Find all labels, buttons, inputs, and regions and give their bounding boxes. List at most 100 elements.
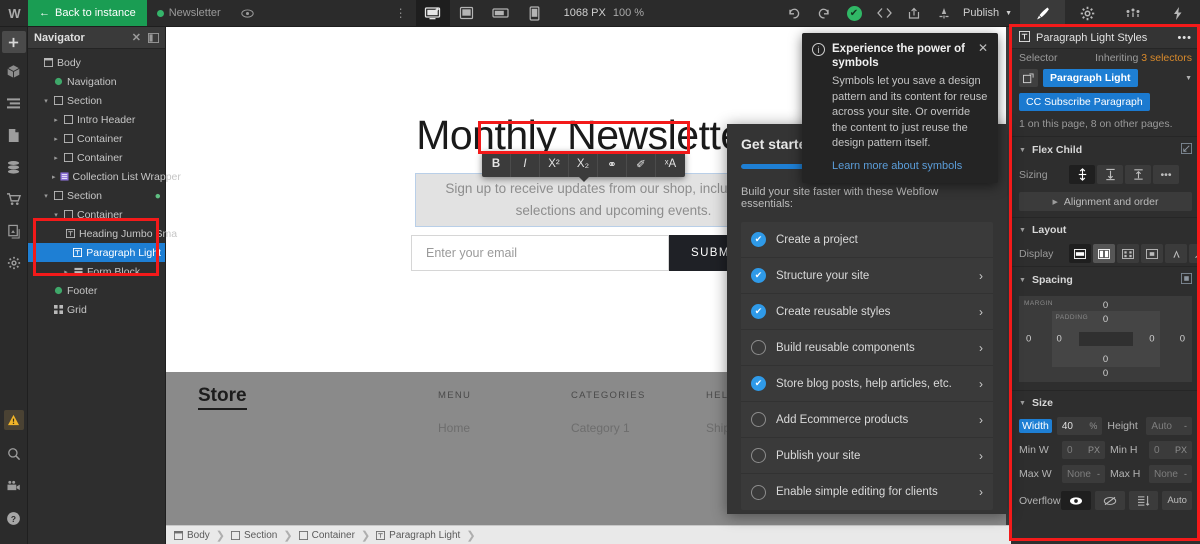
sizing-shrink[interactable] [1097, 165, 1123, 184]
padding-right-value[interactable]: 0 [1149, 334, 1154, 345]
rail-video-tutorials[interactable] [2, 472, 26, 500]
overflow-scroll[interactable] [1128, 491, 1159, 510]
tree-node-container[interactable]: ▾ Container [28, 205, 165, 224]
tree-node-body[interactable]: Body [28, 53, 165, 72]
kebab-icon[interactable]: ⋮ [387, 0, 416, 26]
footer-logo[interactable]: Store [198, 385, 247, 410]
width-input[interactable]: 40 % [1056, 417, 1103, 435]
twisty-icon[interactable]: ▸ [62, 268, 70, 276]
twisty-icon[interactable]: ▾ [52, 211, 60, 219]
add-class-icon[interactable] [1019, 69, 1038, 87]
min-height-input[interactable]: 0 PX [1149, 441, 1192, 459]
viewport-mobile-landscape[interactable] [484, 0, 518, 26]
overflow-visible[interactable] [1061, 491, 1091, 510]
site-audit-button[interactable] [929, 0, 959, 26]
section-flex-child[interactable]: ▼ Flex Child [1011, 137, 1200, 162]
close-icon[interactable]: ✕ [132, 31, 141, 44]
margin-bottom-value[interactable]: 0 [1103, 368, 1108, 379]
breadcrumb-item-section[interactable]: Section [231, 530, 277, 541]
rail-cms[interactable] [2, 153, 26, 181]
get-started-item[interactable]: ✔ Structure your site › [741, 258, 993, 294]
padding-top-value[interactable]: 0 [1103, 314, 1108, 325]
class-tag-primary[interactable]: Paragraph Light [1043, 69, 1138, 87]
bold-button[interactable]: B [482, 151, 511, 177]
tree-node-container[interactable]: ▸ Container [28, 129, 165, 148]
link-button[interactable]: ⚭ [598, 151, 627, 177]
subscript-button[interactable]: X₂ [569, 151, 598, 177]
tree-node-grid[interactable]: Grid [28, 300, 165, 319]
chevron-right-icon[interactable]: › [979, 413, 983, 427]
twisty-icon[interactable]: ▾ [42, 192, 50, 200]
kebab-icon[interactable]: ••• [1177, 32, 1192, 44]
tree-node-collection-list-wrapper[interactable]: ▸ Collection List Wrapper [28, 167, 181, 186]
twisty-icon[interactable]: ▸ [52, 135, 60, 143]
get-started-item[interactable]: ✔ Create reusable styles › [741, 294, 993, 330]
twisty-icon[interactable]: ▸ [52, 116, 60, 124]
clear-formatting-button[interactable]: ˣA [656, 151, 685, 177]
display-inline-block[interactable] [1141, 244, 1163, 263]
chevron-down-icon[interactable]: ▼ [1185, 75, 1192, 82]
height-input[interactable]: Auto - [1146, 417, 1192, 435]
tree-node-paragraph-light[interactable]: Paragraph Light [28, 243, 165, 262]
tree-node-form-block[interactable]: ▸ Form Block [28, 262, 165, 281]
chevron-right-icon[interactable]: › [979, 269, 983, 283]
rail-help[interactable]: ? [2, 504, 26, 532]
max-height-input[interactable]: None - [1149, 465, 1192, 483]
margin-top-value[interactable]: 0 [1103, 300, 1108, 311]
tree-node-container[interactable]: ▸ Container [28, 148, 165, 167]
padding-bottom-value[interactable]: 0 [1103, 354, 1108, 365]
rail-project-settings[interactable] [2, 249, 26, 277]
max-height-label[interactable]: Max H [1110, 468, 1144, 480]
margin-left-value[interactable]: 0 [1026, 334, 1031, 345]
get-started-item[interactable]: Add Ecommerce products › [741, 402, 993, 438]
preview-toggle[interactable] [231, 0, 264, 26]
rail-add-elements[interactable] [1, 31, 26, 53]
width-label[interactable]: Width [1019, 419, 1052, 433]
tree-node-section[interactable]: ▾ Section ● [28, 186, 165, 205]
sizing-no-shrink[interactable] [1125, 165, 1151, 184]
class-tag-secondary[interactable]: CC Subscribe Paragraph [1019, 93, 1150, 111]
spacing-control[interactable]: MARGIN 0 0 0 0 PADDING 0 0 0 0 [1019, 296, 1192, 382]
page-name-chip[interactable]: Newsletter [147, 0, 231, 26]
padding-left-value[interactable]: 0 [1057, 334, 1062, 345]
italic-button[interactable]: I [511, 151, 540, 177]
get-started-item[interactable]: Build reusable components › [741, 330, 993, 366]
style-brush-button[interactable]: ✐ [627, 151, 656, 177]
rail-search[interactable] [2, 440, 26, 468]
tab-settings-panel[interactable] [1065, 0, 1110, 26]
close-icon[interactable]: ✕ [978, 42, 988, 70]
webflow-logo[interactable]: W [0, 0, 28, 26]
display-inline[interactable] [1165, 244, 1187, 263]
display-block[interactable] [1069, 244, 1091, 263]
back-to-instance-button[interactable]: ← Back to instance [28, 0, 147, 26]
breadcrumb-item-paragraph-light[interactable]: Paragraph Light [376, 530, 460, 541]
display-flex[interactable] [1093, 244, 1115, 263]
tab-effects-panel[interactable] [1155, 0, 1200, 26]
sizing-grow[interactable] [1069, 165, 1095, 184]
section-layout[interactable]: ▼ Layout [1011, 218, 1200, 241]
overflow-auto[interactable]: Auto [1162, 491, 1192, 510]
rail-assets[interactable] [2, 217, 26, 245]
tree-node-intro-header[interactable]: ▸ Intro Header [28, 110, 165, 129]
email-input[interactable]: Enter your email [411, 235, 669, 271]
get-started-item[interactable]: ✔ Store blog posts, help articles, etc. › [741, 366, 993, 402]
chevron-right-icon[interactable]: › [979, 377, 983, 391]
tab-style-panel[interactable] [1020, 0, 1066, 26]
chevron-right-icon[interactable]: › [979, 341, 983, 355]
chevron-right-icon[interactable]: › [979, 305, 983, 319]
overflow-hidden[interactable] [1094, 491, 1125, 510]
margin-right-value[interactable]: 0 [1180, 334, 1185, 345]
panel-collapse-icon[interactable] [148, 32, 159, 43]
superscript-button[interactable]: X² [540, 151, 569, 177]
get-started-item[interactable]: Enable simple editing for clients › [741, 474, 993, 510]
redo-button[interactable] [809, 0, 839, 26]
section-spacing[interactable]: ▼ Spacing [1011, 267, 1200, 292]
display-none[interactable] [1189, 244, 1200, 263]
get-started-item[interactable]: ✔ Create a project [741, 222, 993, 258]
min-height-label[interactable]: Min H [1110, 444, 1144, 456]
custom-code-button[interactable] [869, 0, 899, 26]
tree-node-navigation[interactable]: Navigation [28, 72, 165, 91]
tree-node-heading-jumbo-sma[interactable]: Heading Jumbo Sma [28, 224, 177, 243]
section-size[interactable]: ▼ Size [1011, 391, 1200, 414]
twisty-icon[interactable]: ▾ [42, 97, 50, 105]
